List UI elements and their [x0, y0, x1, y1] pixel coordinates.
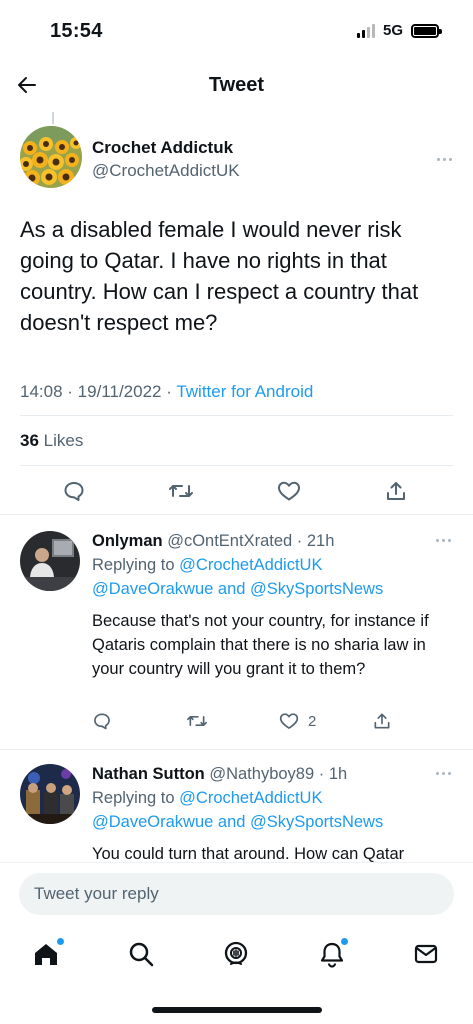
nav-notifications[interactable]	[312, 934, 352, 974]
reply-body: Nathan Sutton @Nathyboy89 · 1h Replying …	[92, 762, 460, 862]
replying-to: Replying to @CrochetAddictUK	[92, 786, 460, 810]
retweet-button[interactable]	[168, 479, 194, 503]
reply-age: 1h	[328, 765, 348, 783]
reply-author-handle[interactable]: @Nathyboy89	[209, 765, 314, 783]
reply-header: Onlyman @cOntEntXrated · 21h	[92, 529, 460, 553]
spaces-icon	[224, 941, 248, 965]
reply-text: Because that's not your country, for ins…	[92, 612, 429, 678]
reply-button[interactable]	[92, 711, 112, 731]
tweet-date: 19/11/2022	[77, 382, 162, 401]
replying-prefix: Replying to	[92, 556, 175, 574]
replying-prefix: Replying to	[92, 789, 175, 807]
reply-separator: ·	[314, 765, 329, 783]
status-time: 15:54	[50, 20, 103, 42]
sunflower-avatar-image	[20, 126, 82, 188]
comment-icon	[64, 482, 84, 501]
like-count: 2	[308, 712, 317, 730]
nav-home[interactable]	[26, 934, 66, 974]
reply-body: Onlyman @cOntEntXrated · 21h Replying to…	[92, 529, 460, 681]
notification-dot	[57, 938, 64, 945]
page-title: Tweet	[208, 74, 265, 96]
reply-separator: ·	[292, 532, 307, 550]
tweet-time: 14:08	[20, 382, 63, 401]
search-icon	[129, 942, 154, 967]
mention-link[interactable]: @DaveOrakwue	[92, 580, 213, 598]
status-indicators: 5G	[356, 22, 442, 39]
reply-age: 21h	[306, 532, 335, 550]
replying-to: Replying to @CrochetAddictUK	[92, 553, 460, 577]
battery-icon	[411, 23, 442, 38]
avatar[interactable]	[20, 126, 82, 188]
avatar[interactable]	[20, 531, 80, 591]
avatar[interactable]	[20, 764, 80, 824]
messages-icon	[414, 944, 438, 964]
heart-icon	[278, 481, 300, 501]
status-bar: 15:54 5G	[0, 0, 473, 62]
tweet-meta: 14:08 · 19/11/2022 · Twitter for Android	[20, 382, 313, 402]
reply-author-name[interactable]: Nathan Sutton	[92, 765, 205, 783]
tweet-text: As a disabled female I would never risk …	[20, 217, 419, 335]
likes-count: 36	[20, 431, 39, 450]
signal-icon	[356, 23, 375, 38]
tweet-source-link[interactable]: Twitter for Android	[176, 382, 313, 401]
more-icon[interactable]	[437, 158, 452, 161]
reply-input[interactable]	[19, 873, 454, 915]
retweet-icon	[186, 716, 207, 726]
notification-dot	[341, 938, 348, 945]
reply-tweet[interactable]: Nathan Sutton @Nathyboy89 · 1h Replying …	[0, 750, 473, 862]
nav-messages[interactable]	[406, 934, 446, 974]
reply-text: You could turn that around. How can Qata…	[92, 845, 405, 862]
author-name[interactable]: Crochet Addictuk	[92, 138, 233, 158]
reply-header: Nathan Sutton @Nathyboy89 · 1h	[92, 762, 460, 786]
reply-avatar-image	[20, 531, 80, 591]
home-indicator[interactable]	[152, 1007, 322, 1013]
mention-link[interactable]: @SkySportsNews	[250, 580, 383, 598]
reply-action-bar: 2	[0, 707, 473, 741]
mention-joiner: and	[217, 813, 246, 831]
like-button[interactable]	[276, 479, 302, 503]
reply-avatar-image	[20, 764, 80, 824]
share-button[interactable]	[384, 479, 408, 503]
nav-search[interactable]	[121, 934, 161, 974]
mention-link[interactable]: @SkySportsNews	[250, 813, 383, 831]
mention-joiner: and	[217, 580, 246, 598]
share-icon	[387, 482, 405, 500]
reply-tweet[interactable]: Onlyman @cOntEntXrated · 21h Replying to…	[0, 515, 473, 749]
author-row[interactable]: Crochet Addictuk @CrochetAddictUK	[20, 126, 460, 192]
share-icon	[374, 713, 390, 729]
author-handle[interactable]: @CrochetAddictUK	[92, 161, 240, 181]
reply-author-name[interactable]: Onlyman	[92, 532, 163, 550]
more-icon[interactable]	[436, 772, 451, 775]
bottom-nav	[0, 924, 473, 990]
divider	[20, 415, 453, 416]
replying-to-more: @DaveOrakwue and @SkySportsNews	[92, 577, 460, 601]
top-header: Tweet	[0, 62, 473, 108]
like-button[interactable]: 2	[278, 711, 316, 731]
heart-icon	[279, 713, 299, 729]
more-icon[interactable]	[436, 539, 451, 542]
mention-link[interactable]: @CrochetAddictUK	[179, 556, 322, 574]
comment-icon	[94, 713, 110, 730]
reply-button[interactable]	[62, 479, 86, 503]
likes-row[interactable]: 36 Likes	[20, 431, 83, 451]
reply-author-handle[interactable]: @cOntEntXrated	[167, 532, 292, 550]
meta-separator: ·	[166, 382, 177, 401]
divider	[20, 465, 453, 466]
likes-label: Likes	[43, 431, 84, 450]
mention-link[interactable]: @CrochetAddictUK	[179, 789, 322, 807]
retweet-button[interactable]	[186, 711, 208, 731]
share-button[interactable]	[372, 711, 392, 731]
tweet-action-bar	[0, 474, 473, 508]
home-icon	[35, 944, 57, 965]
nav-spaces[interactable]	[216, 934, 256, 974]
mention-link[interactable]: @DaveOrakwue	[92, 813, 213, 831]
network-label: 5G	[382, 22, 403, 39]
meta-separator: ·	[67, 382, 78, 401]
retweet-icon	[169, 485, 193, 497]
thread-line	[52, 112, 54, 124]
replying-to-more: @DaveOrakwue and @SkySportsNews	[92, 810, 460, 834]
reply-composer	[0, 862, 473, 924]
